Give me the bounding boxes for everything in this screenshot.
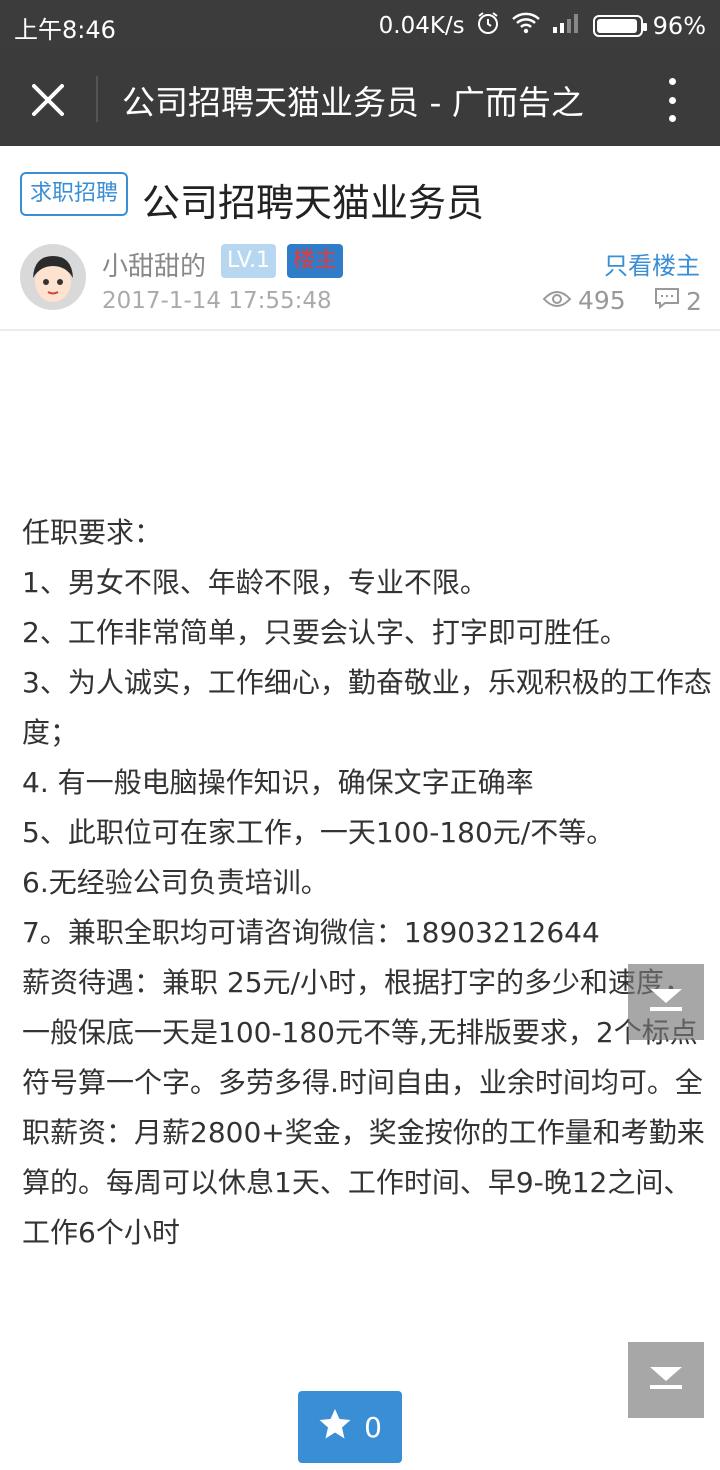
- post-paragraph: 1、男女不限、年龄不限，专业不限。: [22, 566, 488, 599]
- level-badge: LV.1: [221, 244, 277, 278]
- scroll-down-icon: [646, 1363, 686, 1397]
- avatar[interactable]: [20, 244, 86, 310]
- post-header: 求职招聘 公司招聘天猫业务员 小甜甜的 LV.1 楼主 只看楼主 2017-1-…: [0, 146, 720, 331]
- status-bar: 上午8:46 0.04K/s 96%: [0, 0, 720, 50]
- post-paragraph: 7。兼职全职均可请咨询微信：18903212644: [22, 916, 600, 949]
- category-tag[interactable]: 求职招聘: [20, 172, 129, 216]
- favorite-button[interactable]: 0: [298, 1391, 402, 1463]
- comment-count-value: 2: [686, 286, 702, 316]
- scroll-down-button[interactable]: [628, 964, 704, 1040]
- nav-bar: 公司招聘天猫业务员 - 广而告之: [0, 50, 720, 146]
- post-paragraph: 3、为人诚实，工作细心，勤奋敬业，乐观积极的工作态度；: [22, 666, 712, 749]
- view-count: 495: [542, 286, 626, 315]
- network-speed: 0.04K/s: [378, 13, 465, 39]
- post-time: 2017-1-14 17:55:48: [102, 288, 332, 314]
- close-icon[interactable]: [22, 74, 74, 126]
- post-paragraph: 2、工作非常简单，只要会认字、打字即可胜任。: [22, 616, 628, 649]
- star-icon: [318, 1408, 352, 1447]
- wifi-icon: [511, 11, 541, 41]
- scroll-bottom-button[interactable]: [628, 1342, 704, 1418]
- post-paragraph: 5、此职位可在家工作，一天100-180元/不等。: [22, 816, 615, 849]
- battery-percent: 96%: [652, 12, 706, 40]
- post-title: 公司招聘天猫业务员: [142, 181, 485, 225]
- post-paragraph: 薪资待遇：兼职 25元/小时，根据打字的多少和速度，一般保底一天是100-180…: [22, 966, 705, 1249]
- battery-icon: [592, 15, 647, 37]
- post-paragraph: 任职要求：: [22, 516, 163, 549]
- post-body: 任职要求： 1、男女不限、年龄不限，专业不限。 2、工作非常简单，只要会认字、打…: [22, 508, 712, 1258]
- nav-title: 公司招聘天猫业务员 - 广而告之: [122, 83, 584, 122]
- post-paragraph: 4. 有一般电脑操作知识，确保文字正确率: [22, 766, 534, 799]
- view-count-value: 495: [578, 286, 626, 315]
- status-time: 上午8:46: [14, 16, 116, 44]
- signal-icon: [551, 11, 583, 41]
- post-paragraph: 6.无经验公司负责培训。: [22, 866, 329, 899]
- battery-level: [596, 19, 637, 33]
- owner-badge: 楼主: [287, 244, 344, 278]
- scroll-down-icon: [646, 985, 686, 1019]
- only-owner-link[interactable]: 只看楼主: [604, 246, 700, 281]
- more-vertical-icon[interactable]: [652, 78, 692, 122]
- author-name[interactable]: 小甜甜的: [102, 246, 206, 283]
- nav-divider: [96, 76, 98, 122]
- favorite-count: 0: [364, 1410, 382, 1444]
- alarm-icon: [475, 10, 501, 42]
- eye-icon: [542, 286, 572, 315]
- status-indicators: 0.04K/s 96%: [379, 10, 706, 42]
- comment-icon: [654, 286, 680, 316]
- comment-count[interactable]: 2: [654, 286, 702, 316]
